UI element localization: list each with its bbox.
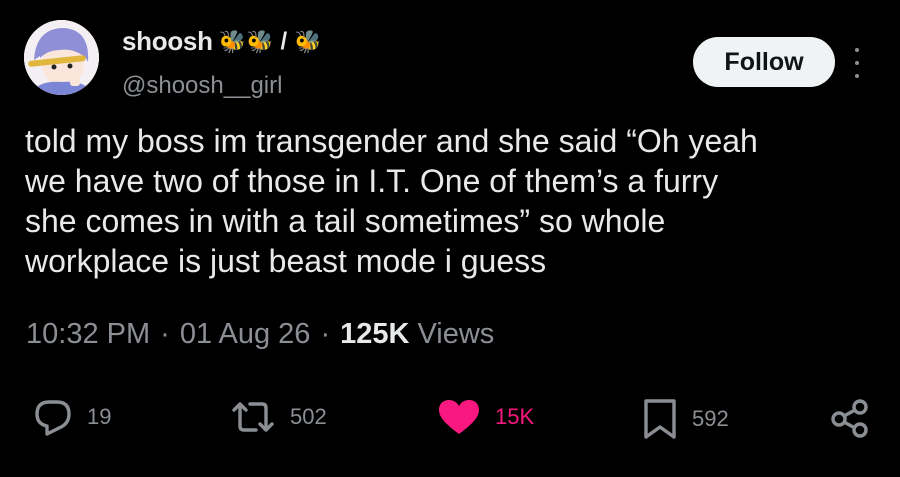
display-name[interactable]: shoosh	[122, 26, 213, 57]
reply-icon	[33, 398, 73, 436]
tweet-meta: 10:32 PM · 01 Aug 26 · 125K Views	[26, 318, 494, 351]
author-name-row: shoosh 🐝🐝 / 🐝	[122, 26, 322, 57]
author-handle[interactable]: @shoosh__girl	[122, 72, 282, 100]
name-separator: /	[280, 27, 288, 55]
share-button[interactable]	[829, 398, 871, 438]
heart-icon	[437, 398, 481, 436]
follow-button[interactable]: Follow	[693, 37, 835, 87]
views-count: 125K	[340, 318, 410, 350]
bookmark-button[interactable]: 592	[642, 398, 729, 440]
views-label: Views	[417, 318, 495, 350]
share-icon	[829, 398, 871, 438]
bookmark-count: 592	[692, 406, 729, 431]
retweet-icon	[230, 398, 276, 436]
more-icon[interactable]	[850, 48, 864, 78]
bookmark-icon	[642, 398, 678, 440]
like-button[interactable]: 15K	[437, 398, 534, 436]
bee-emoji-pair: 🐝🐝	[218, 28, 274, 54]
like-count: 15K	[495, 404, 535, 429]
tweet-time[interactable]: 10:32 PM	[26, 318, 150, 351]
tweet-date[interactable]: 01 Aug 26	[180, 318, 311, 351]
tweet-text: told my boss im transgender and she said…	[25, 123, 758, 279]
meta-separator: ·	[320, 318, 331, 350]
retweet-button[interactable]: 502	[230, 398, 327, 436]
bee-emoji: 🐝	[294, 28, 322, 54]
reply-count: 19	[87, 404, 112, 429]
reply-button[interactable]: 19	[33, 398, 111, 436]
avatar[interactable]	[24, 20, 99, 95]
retweet-count: 502	[290, 404, 327, 429]
meta-separator: ·	[160, 318, 170, 350]
